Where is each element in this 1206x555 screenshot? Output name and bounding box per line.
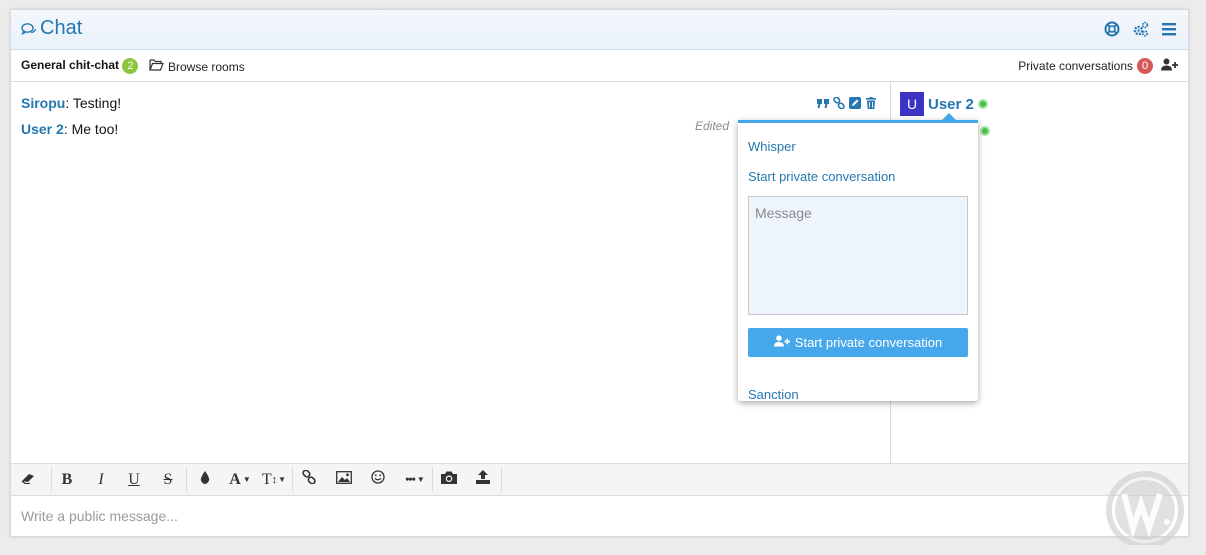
insert-link-button[interactable]: [297, 464, 321, 495]
room-tabs: General chit-chat 2 Browse rooms Private…: [11, 50, 1188, 82]
more-options-button[interactable]: ••• ▼: [399, 464, 431, 495]
sanction-link[interactable]: Sanction: [748, 387, 799, 402]
trash-icon[interactable]: [865, 96, 877, 109]
user-name[interactable]: User 2: [928, 96, 974, 113]
toolbar-divider: [186, 467, 187, 492]
caret-down-icon: ▼: [242, 475, 251, 484]
message-author[interactable]: User 2: [21, 121, 64, 137]
toolbar-divider: [501, 467, 502, 492]
tab-general-chit-chat[interactable]: General chit-chat 2: [21, 58, 139, 74]
add-user-icon: [773, 335, 790, 350]
cogs-icon[interactable]: [1133, 21, 1149, 37]
emoji-button[interactable]: [366, 464, 390, 495]
list-item: Siropu: Testing!: [21, 95, 121, 111]
eraser-button[interactable]: [17, 464, 41, 495]
editor-toolbar: B I U S A ▼ T ↕ ▼ ••• ▼: [11, 463, 1188, 496]
eraser-icon: [21, 471, 37, 489]
quote-icon[interactable]: [817, 96, 829, 109]
image-icon: [336, 470, 352, 489]
private-conversations-label: Private conversations: [1018, 59, 1133, 73]
droplet-icon: [200, 470, 210, 489]
menu-icon[interactable]: [1162, 21, 1178, 37]
link-icon: [302, 469, 316, 489]
camera-icon: [441, 471, 457, 489]
whisper-link[interactable]: Whisper: [748, 139, 796, 154]
popup-arrow: [941, 113, 957, 121]
chat-bubbles-icon: [21, 22, 37, 41]
caret-down-icon: ▼: [278, 475, 287, 484]
toolbar-divider: [51, 467, 52, 492]
toolbar-divider: [292, 467, 293, 492]
user-actions-popup: Whisper Start private conversation Start…: [738, 113, 978, 402]
message-text: : Testing!: [65, 95, 122, 111]
underline-button[interactable]: U: [122, 464, 146, 495]
smile-icon: [371, 470, 385, 489]
toolbar-divider: [432, 467, 433, 492]
room-tab-label: General chit-chat: [21, 58, 120, 73]
watermark-logo: [1105, 470, 1190, 550]
strikethrough-button[interactable]: S: [156, 464, 180, 495]
help-lifebuoy-icon[interactable]: [1104, 21, 1120, 37]
button-label: Start private conversation: [794, 335, 943, 350]
edited-label: Edited: [695, 119, 730, 133]
public-message-input[interactable]: [11, 496, 1188, 536]
room-user-count-badge: 2: [122, 58, 139, 74]
browse-rooms-label: Browse rooms: [168, 59, 245, 74]
message-actions: [817, 96, 877, 110]
caret-down-icon: ▼: [416, 475, 425, 484]
message-text: : Me too!: [63, 121, 119, 137]
ellipsis-icon: •••: [405, 472, 416, 486]
bold-button[interactable]: B: [55, 464, 79, 495]
camera-button[interactable]: [437, 464, 461, 495]
color-button[interactable]: [193, 464, 217, 495]
link-icon[interactable]: [833, 96, 845, 110]
start-private-conversation-link[interactable]: Start private conversation: [748, 169, 895, 184]
online-status-icon: [977, 99, 988, 109]
font-size-button[interactable]: T ↕ ▼: [259, 464, 289, 495]
message-editor: [11, 496, 1188, 536]
private-count-badge: 0: [1137, 58, 1153, 74]
chat-panel: Chat General chit-chat 2 Browse rooms Pr…: [10, 9, 1189, 537]
folder-open-icon: [149, 59, 164, 74]
font-size-label: T: [261, 470, 272, 488]
add-user-icon[interactable]: [1161, 58, 1178, 74]
font-family-button[interactable]: A ▼: [225, 464, 255, 495]
italic-button[interactable]: I: [89, 464, 113, 495]
private-conversations-tab[interactable]: Private conversations 0: [1018, 58, 1178, 74]
font-family-label: A: [229, 470, 241, 488]
upload-button[interactable]: [471, 464, 495, 495]
online-status-icon: [980, 126, 990, 136]
text-height-icon: ↕: [271, 473, 278, 486]
insert-image-button[interactable]: [332, 464, 356, 495]
browse-rooms-link[interactable]: Browse rooms: [149, 59, 245, 74]
chat-header: Chat: [11, 10, 1188, 50]
start-private-conversation-button[interactable]: Start private conversation: [748, 328, 968, 357]
private-message-textarea[interactable]: [748, 196, 968, 315]
avatar: U: [900, 92, 924, 116]
chat-title: Chat: [40, 17, 83, 39]
message-author[interactable]: Siropu: [21, 95, 65, 111]
edit-icon[interactable]: [849, 96, 861, 109]
upload-icon: [476, 470, 490, 489]
list-item: User 2: Me too!: [21, 121, 118, 137]
